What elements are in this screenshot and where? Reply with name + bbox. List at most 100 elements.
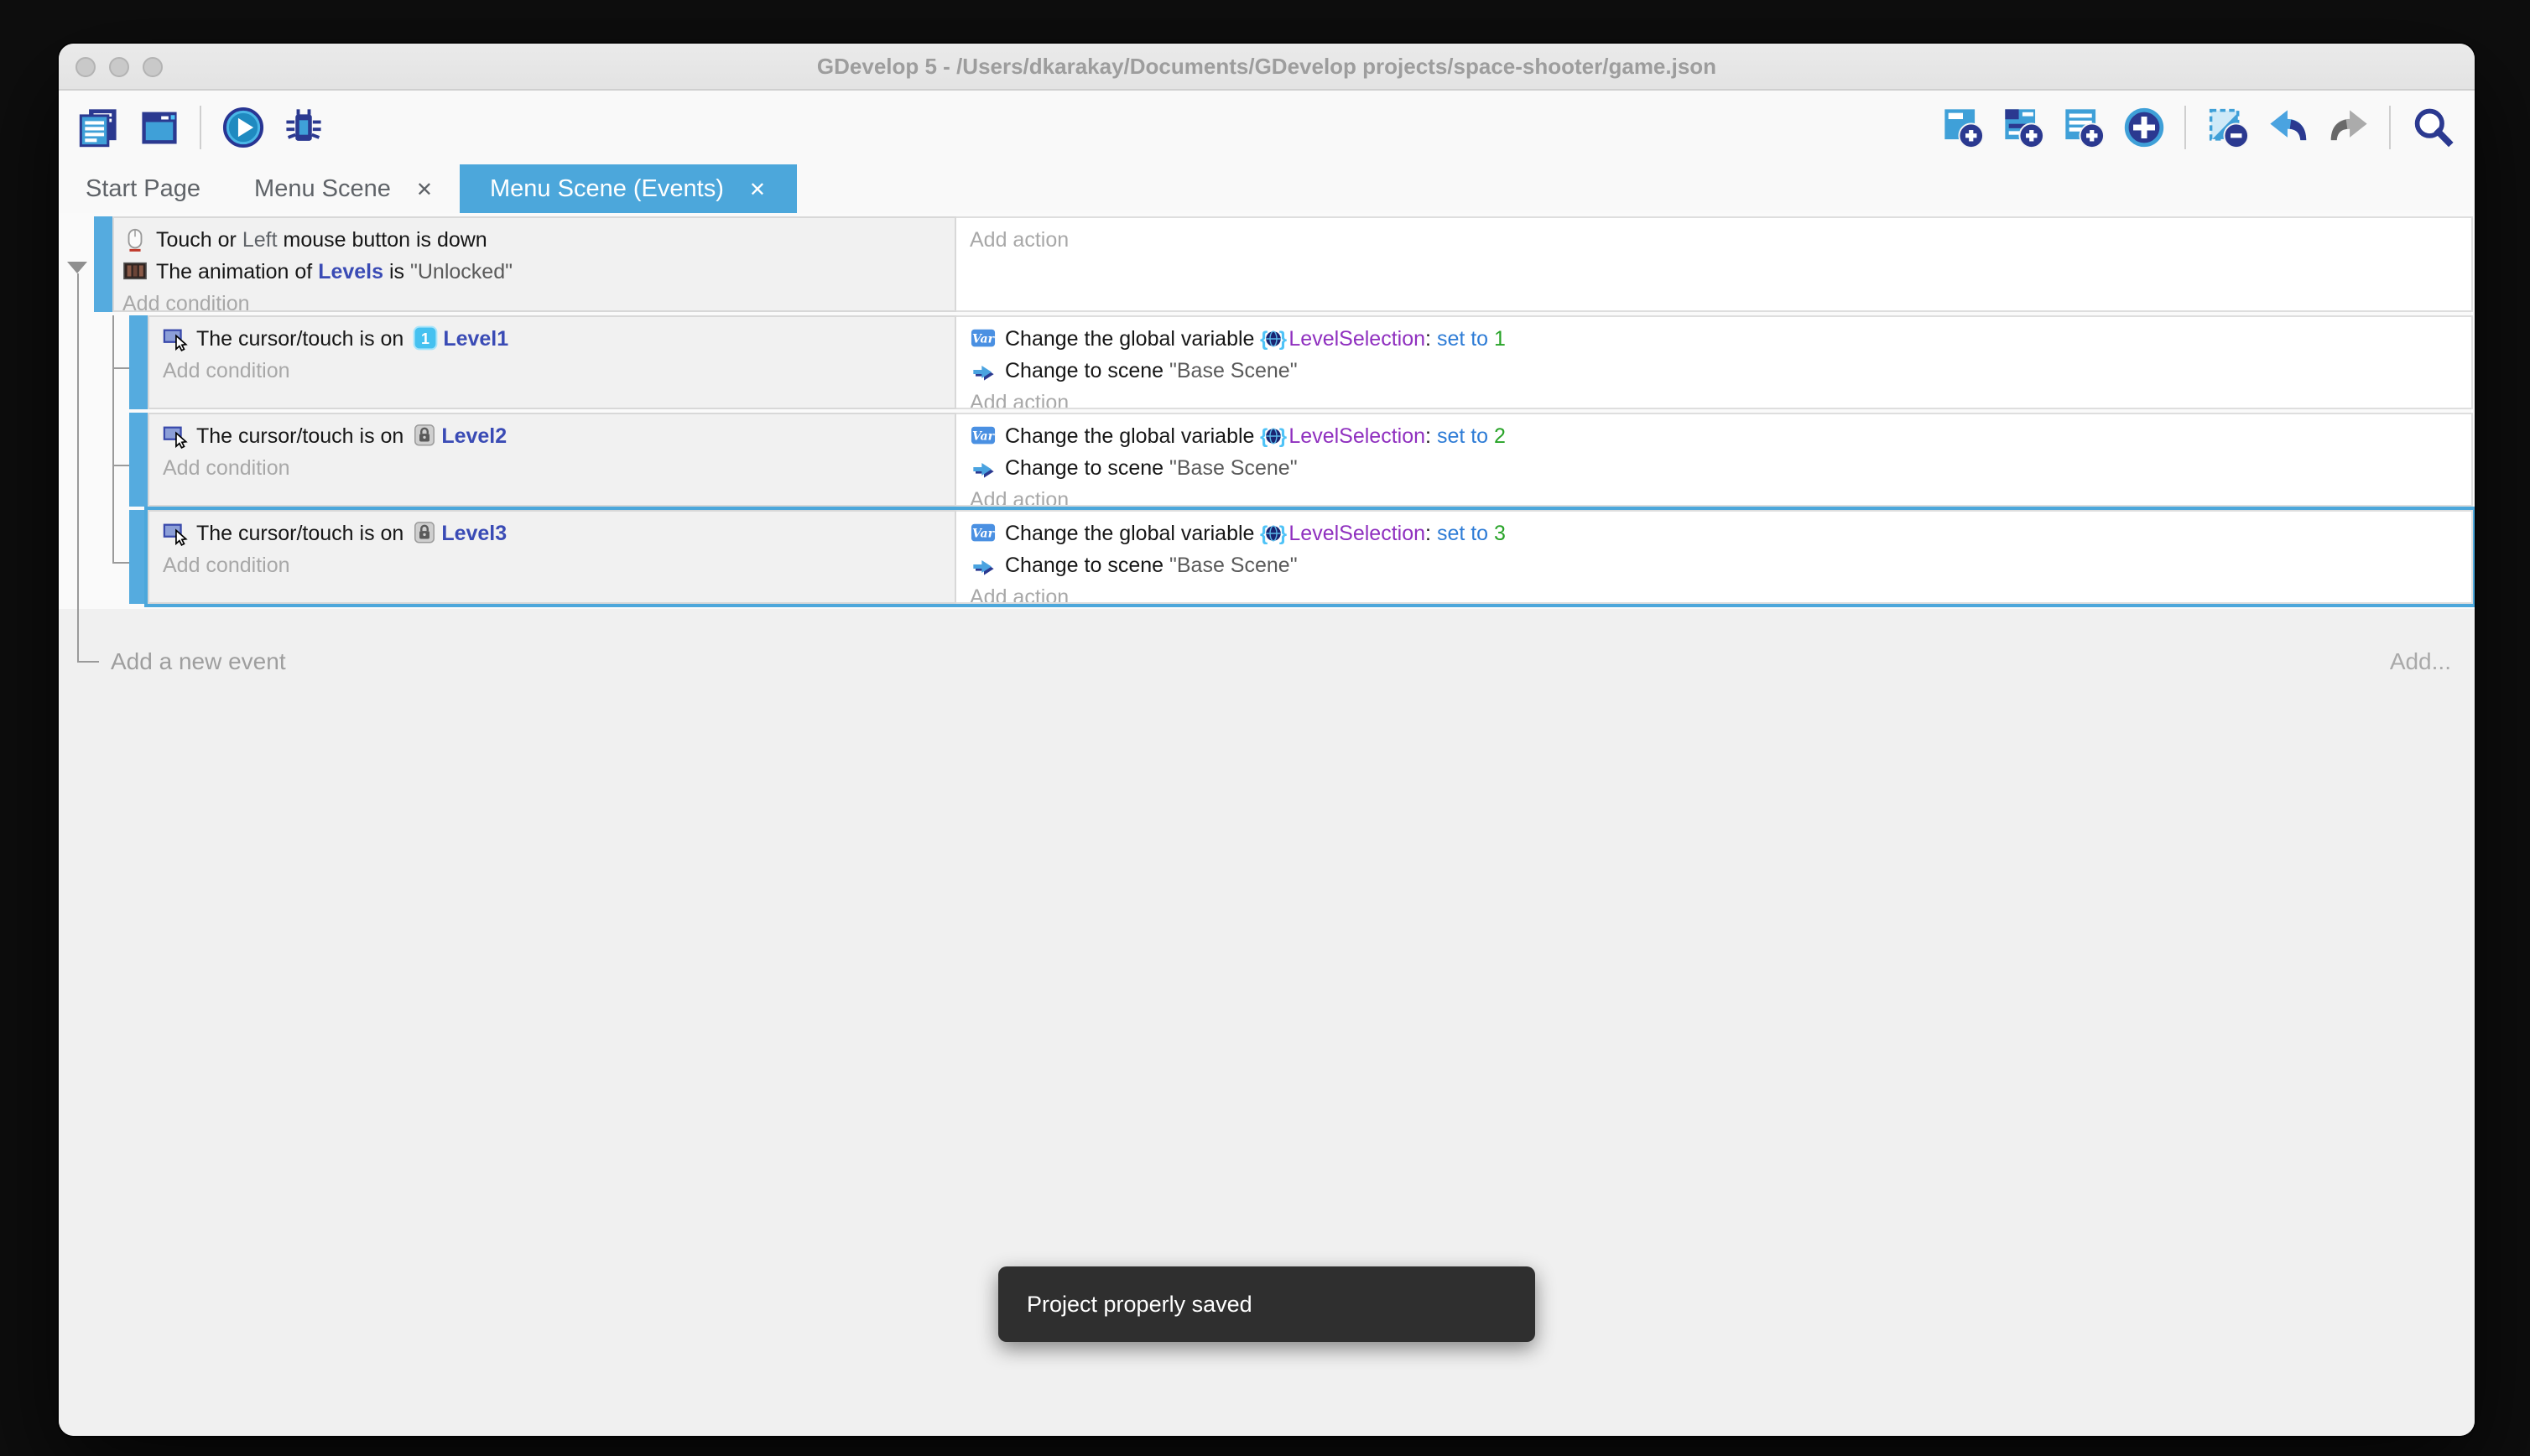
tab-label: Menu Scene (Events) bbox=[490, 175, 724, 202]
action-text: Change the global variable bbox=[1005, 326, 1260, 350]
add-event-choice-icon bbox=[2121, 106, 2165, 149]
action-value: 1 bbox=[1494, 326, 1506, 350]
action-line[interactable]: Change to scene "Base Scene" bbox=[956, 549, 2471, 580]
cursor-on-object-icon bbox=[163, 325, 188, 351]
condition-text: The cursor/touch is on bbox=[196, 521, 409, 544]
condition-line[interactable]: Touch or Left mouse button is down bbox=[114, 223, 955, 255]
collapse-event-arrow[interactable] bbox=[67, 262, 87, 273]
tab-bar: Start Page Menu Scene ✕ Menu Scene (Even… bbox=[59, 164, 2475, 213]
tree-line bbox=[112, 315, 114, 562]
conditions-cell: Touch or Left mouse button is down The a… bbox=[112, 216, 956, 312]
event-indent-bar bbox=[129, 315, 148, 409]
add-condition-button[interactable]: Add condition bbox=[149, 549, 955, 580]
add-comment-button[interactable] bbox=[2060, 105, 2106, 150]
action-text: : bbox=[1425, 521, 1437, 544]
variable-icon: Var bbox=[970, 325, 997, 351]
action-operator: set to bbox=[1437, 521, 1494, 544]
add-more-button[interactable]: Add... bbox=[2390, 647, 2451, 674]
svg-text:}: } bbox=[1279, 424, 1287, 447]
search-button[interactable] bbox=[2409, 105, 2455, 150]
redo-button[interactable] bbox=[2325, 105, 2371, 150]
animation-icon bbox=[122, 258, 148, 283]
minimize-window-button[interactable] bbox=[109, 56, 129, 76]
tab-menu-scene-events[interactable]: Menu Scene (Events) ✕ bbox=[460, 164, 796, 213]
mouse-icon bbox=[122, 226, 148, 252]
tab-label: Start Page bbox=[86, 175, 200, 202]
actions-cell: Var Change the global variable { } Level… bbox=[956, 510, 2473, 604]
tab-menu-scene[interactable]: Menu Scene ✕ bbox=[227, 164, 460, 213]
window-controls bbox=[75, 44, 163, 89]
tree-line bbox=[112, 465, 129, 466]
close-tab-icon[interactable]: ✕ bbox=[416, 179, 433, 199]
action-line[interactable]: Change to scene "Base Scene" bbox=[956, 354, 2471, 386]
toolbar-divider bbox=[200, 106, 201, 149]
actions-cell: Add action bbox=[956, 216, 2473, 312]
event-indent-bar bbox=[129, 510, 148, 604]
redo-icon bbox=[2326, 106, 2370, 149]
action-value: "Base Scene" bbox=[1169, 358, 1298, 382]
condition-text: Touch or bbox=[156, 227, 242, 251]
scene-editor-button[interactable] bbox=[136, 105, 181, 150]
action-value: "Base Scene" bbox=[1169, 553, 1298, 576]
global-variable-icon: { } bbox=[1260, 325, 1287, 351]
svg-text:}: } bbox=[1279, 327, 1287, 350]
change-scene-icon bbox=[970, 552, 997, 577]
locked-object-icon bbox=[413, 423, 436, 448]
add-action-button[interactable]: Add action bbox=[956, 386, 2471, 409]
event-row-level2[interactable]: The cursor/touch is on Level2 Add condit… bbox=[148, 413, 2473, 507]
event-row-level3[interactable]: The cursor/touch is on Level3 Add condit… bbox=[148, 510, 2473, 604]
cursor-on-object-icon bbox=[163, 519, 188, 546]
object-name: Level2 bbox=[441, 424, 507, 447]
action-text: Change the global variable bbox=[1005, 424, 1260, 447]
project-manager-button[interactable] bbox=[75, 105, 121, 150]
action-value: "Base Scene" bbox=[1169, 455, 1298, 479]
tree-line bbox=[112, 367, 129, 369]
condition-line[interactable]: The cursor/touch is on Level2 bbox=[149, 419, 955, 451]
condition-line[interactable]: The cursor/touch is on Level3 bbox=[149, 517, 955, 549]
event-row-level1[interactable]: The cursor/touch is on 1 Level1 Add cond… bbox=[148, 315, 2473, 409]
action-text: Change the global variable bbox=[1005, 521, 1260, 544]
condition-line[interactable]: The cursor/touch is on 1 Level1 bbox=[149, 322, 955, 354]
toolbar-divider bbox=[2389, 106, 2391, 149]
conditions-cell: The cursor/touch is on 1 Level1 Add cond… bbox=[148, 315, 956, 409]
change-scene-icon bbox=[970, 357, 997, 382]
action-line[interactable]: Var Change the global variable { } Level… bbox=[956, 517, 2471, 549]
add-sub-event-button[interactable] bbox=[2000, 105, 2045, 150]
tab-start-page[interactable]: Start Page bbox=[59, 164, 227, 213]
delete-event-icon bbox=[2205, 106, 2249, 149]
save-toast: Project properly saved bbox=[998, 1266, 1535, 1342]
condition-param: Left bbox=[242, 227, 278, 251]
main-toolbar bbox=[59, 91, 2475, 164]
close-tab-icon[interactable]: ✕ bbox=[749, 179, 766, 199]
app-window: GDevelop 5 - /Users/dkarakay/Documents/G… bbox=[59, 44, 2475, 1436]
event-row-root[interactable]: Touch or Left mouse button is down The a… bbox=[112, 216, 2473, 312]
action-text: : bbox=[1425, 326, 1437, 350]
action-line[interactable]: Var Change the global variable { } Level… bbox=[956, 419, 2471, 451]
add-new-event-button[interactable]: Add a new event bbox=[111, 647, 286, 674]
condition-line[interactable]: The animation of Levels is "Unlocked" bbox=[114, 255, 955, 287]
preview-play-button[interactable] bbox=[220, 105, 265, 150]
add-event-button[interactable] bbox=[1939, 105, 1985, 150]
action-line[interactable]: Var Change the global variable { } Level… bbox=[956, 322, 2471, 354]
add-action-button[interactable]: Add action bbox=[956, 223, 2471, 255]
debug-icon bbox=[281, 106, 325, 149]
add-condition-button[interactable]: Add condition bbox=[114, 287, 955, 312]
add-event-choice-button[interactable] bbox=[2121, 105, 2166, 150]
add-condition-button[interactable]: Add condition bbox=[149, 354, 955, 386]
delete-event-button[interactable] bbox=[2205, 105, 2250, 150]
add-event-icon bbox=[1940, 106, 1984, 149]
condition-text: The animation of bbox=[156, 259, 318, 283]
tab-label: Menu Scene bbox=[254, 175, 391, 202]
add-condition-button[interactable]: Add condition bbox=[149, 451, 955, 483]
action-operator: set to bbox=[1437, 326, 1494, 350]
add-action-button[interactable]: Add action bbox=[956, 483, 2471, 507]
close-window-button[interactable] bbox=[75, 56, 96, 76]
tree-line bbox=[77, 661, 99, 663]
add-action-button[interactable]: Add action bbox=[956, 580, 2471, 604]
svg-text:Var: Var bbox=[972, 429, 996, 443]
condition-text: The cursor/touch is on bbox=[196, 424, 409, 447]
debug-button[interactable] bbox=[280, 105, 325, 150]
zoom-window-button[interactable] bbox=[143, 56, 163, 76]
undo-button[interactable] bbox=[2265, 105, 2310, 150]
action-line[interactable]: Change to scene "Base Scene" bbox=[956, 451, 2471, 483]
